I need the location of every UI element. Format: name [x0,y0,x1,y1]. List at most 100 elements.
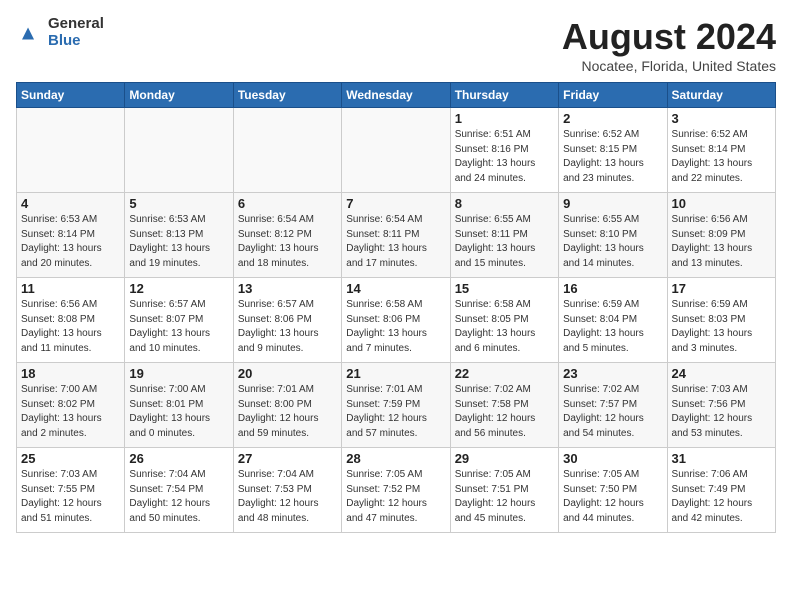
day-info: Sunrise: 6:59 AM Sunset: 8:04 PM Dayligh… [563,298,662,356]
day-number: 30 [563,451,662,466]
calendar-cell: 12 Sunrise: 6:57 AM Sunset: 8:07 PM Dayli… [125,278,233,363]
day-number: 31 [672,451,771,466]
weekday-header-sunday: Sunday [17,83,125,108]
day-number: 2 [563,111,662,126]
calendar-cell: 31 Sunrise: 7:06 AM Sunset: 7:49 PM Dayli… [667,448,775,533]
calendar-week-row: 4Sunrise: 6:53 AM Sunset: 8:14 PM Daylig… [17,193,776,278]
logo: ▲ General Blue [16,16,104,49]
calendar-cell: 6 Sunrise: 6:54 AM Sunset: 8:12 PM Daylig… [233,193,341,278]
calendar-cell: 21 Sunrise: 7:01 AM Sunset: 7:59 PM Dayli… [342,363,450,448]
day-number: 12 [129,281,228,296]
calendar-cell: 13 Sunrise: 6:57 AM Sunset: 8:06 PM Dayli… [233,278,341,363]
day-info: Sunrise: 6:57 AM Sunset: 8:06 PM Dayligh… [238,298,337,356]
day-info: Sunrise: 7:05 AM Sunset: 7:52 PM Dayligh… [346,468,445,526]
day-info: Sunrise: 7:06 AM Sunset: 7:49 PM Dayligh… [672,468,771,526]
day-number: 29 [455,451,554,466]
day-info: Sunrise: 7:03 AM Sunset: 7:56 PM Dayligh… [672,383,771,441]
calendar-cell: 14Sunrise: 6:58 AM Sunset: 8:06 PM Dayli… [342,278,450,363]
calendar-cell: 28 Sunrise: 7:05 AM Sunset: 7:52 PM Dayli… [342,448,450,533]
weekday-header-monday: Monday [125,83,233,108]
calendar-cell: 26 Sunrise: 7:04 AM Sunset: 7:54 PM Dayli… [125,448,233,533]
day-number: 16 [563,281,662,296]
logo-text: General Blue [48,16,104,49]
calendar-cell: 15 Sunrise: 6:58 AM Sunset: 8:05 PM Dayli… [450,278,558,363]
day-info: Sunrise: 6:55 AM Sunset: 8:11 PM Dayligh… [455,213,554,271]
page-subtitle: Nocatee, Florida, United States [562,58,776,74]
day-info: Sunrise: 7:01 AM Sunset: 7:59 PM Dayligh… [346,383,445,441]
calendar-cell: 2 Sunrise: 6:52 AM Sunset: 8:15 PM Daylig… [559,108,667,193]
day-info: Sunrise: 6:53 AM Sunset: 8:13 PM Dayligh… [129,213,228,271]
day-number: 26 [129,451,228,466]
weekday-header-wednesday: Wednesday [342,83,450,108]
day-number: 25 [21,451,120,466]
page-header: ▲ General Blue August 2024 Nocatee, Flor… [16,16,776,74]
calendar-cell: 24 Sunrise: 7:03 AM Sunset: 7:56 PM Dayli… [667,363,775,448]
calendar-cell: 22Sunrise: 7:02 AM Sunset: 7:58 PM Dayli… [450,363,558,448]
calendar-table: SundayMondayTuesdayWednesdayThursdayFrid… [16,82,776,533]
day-number: 13 [238,281,337,296]
day-number: 20 [238,366,337,381]
calendar-cell: 20 Sunrise: 7:01 AM Sunset: 8:00 PM Dayli… [233,363,341,448]
page-title: August 2024 [562,16,776,58]
calendar-cell: 25 Sunrise: 7:03 AM Sunset: 7:55 PM Dayli… [17,448,125,533]
day-number: 15 [455,281,554,296]
day-info: Sunrise: 7:05 AM Sunset: 7:50 PM Dayligh… [563,468,662,526]
calendar-cell: 10Sunrise: 6:56 AM Sunset: 8:09 PM Dayli… [667,193,775,278]
calendar-cell [17,108,125,193]
day-info: Sunrise: 6:57 AM Sunset: 8:07 PM Dayligh… [129,298,228,356]
day-info: Sunrise: 7:05 AM Sunset: 7:51 PM Dayligh… [455,468,554,526]
calendar-cell: 27 Sunrise: 7:04 AM Sunset: 7:53 PM Dayli… [233,448,341,533]
day-number: 8 [455,196,554,211]
calendar-cell: 9 Sunrise: 6:55 AM Sunset: 8:10 PM Daylig… [559,193,667,278]
day-number: 9 [563,196,662,211]
svg-text:▲: ▲ [18,21,38,44]
weekday-header-thursday: Thursday [450,83,558,108]
day-number: 10 [672,196,771,211]
day-number: 6 [238,196,337,211]
day-info: Sunrise: 7:04 AM Sunset: 7:53 PM Dayligh… [238,468,337,526]
day-number: 18 [21,366,120,381]
day-number: 7 [346,196,445,211]
day-info: Sunrise: 7:04 AM Sunset: 7:54 PM Dayligh… [129,468,228,526]
calendar-cell: 30 Sunrise: 7:05 AM Sunset: 7:50 PM Dayli… [559,448,667,533]
calendar-week-row: 18 Sunrise: 7:00 AM Sunset: 8:02 PM Dayli… [17,363,776,448]
day-info: Sunrise: 6:56 AM Sunset: 8:08 PM Dayligh… [21,298,120,356]
day-info: Sunrise: 6:52 AM Sunset: 8:14 PM Dayligh… [672,128,771,186]
day-number: 17 [672,281,771,296]
calendar-cell [125,108,233,193]
day-info: Sunrise: 6:53 AM Sunset: 8:14 PM Dayligh… [21,213,120,271]
logo-blue: Blue [48,33,104,50]
day-number: 24 [672,366,771,381]
logo-icon: ▲ [16,19,44,47]
day-info: Sunrise: 6:54 AM Sunset: 8:12 PM Dayligh… [238,213,337,271]
calendar-cell: 19Sunrise: 7:00 AM Sunset: 8:01 PM Dayli… [125,363,233,448]
day-number: 23 [563,366,662,381]
day-info: Sunrise: 7:01 AM Sunset: 8:00 PM Dayligh… [238,383,337,441]
day-info: Sunrise: 6:58 AM Sunset: 8:06 PM Dayligh… [346,298,445,356]
calendar-cell: 1Sunrise: 6:51 AM Sunset: 8:16 PM Daylig… [450,108,558,193]
day-info: Sunrise: 6:51 AM Sunset: 8:16 PM Dayligh… [455,128,554,186]
calendar-cell: 18 Sunrise: 7:00 AM Sunset: 8:02 PM Dayli… [17,363,125,448]
day-number: 22 [455,366,554,381]
calendar-cell [342,108,450,193]
calendar-cell: 16 Sunrise: 6:59 AM Sunset: 8:04 PM Dayli… [559,278,667,363]
weekday-header-tuesday: Tuesday [233,83,341,108]
calendar-week-row: 1Sunrise: 6:51 AM Sunset: 8:16 PM Daylig… [17,108,776,193]
calendar-cell: 8 Sunrise: 6:55 AM Sunset: 8:11 PM Daylig… [450,193,558,278]
day-info: Sunrise: 7:03 AM Sunset: 7:55 PM Dayligh… [21,468,120,526]
day-number: 27 [238,451,337,466]
day-number: 21 [346,366,445,381]
day-info: Sunrise: 6:55 AM Sunset: 8:10 PM Dayligh… [563,213,662,271]
day-info: Sunrise: 7:00 AM Sunset: 8:02 PM Dayligh… [21,383,120,441]
day-info: Sunrise: 6:58 AM Sunset: 8:05 PM Dayligh… [455,298,554,356]
calendar-cell: 11Sunrise: 6:56 AM Sunset: 8:08 PM Dayli… [17,278,125,363]
day-number: 28 [346,451,445,466]
day-number: 19 [129,366,228,381]
day-number: 5 [129,196,228,211]
day-info: Sunrise: 6:52 AM Sunset: 8:15 PM Dayligh… [563,128,662,186]
logo-general: General [48,16,104,33]
calendar-cell [233,108,341,193]
day-number: 3 [672,111,771,126]
weekday-header-friday: Friday [559,83,667,108]
calendar-week-row: 11Sunrise: 6:56 AM Sunset: 8:08 PM Dayli… [17,278,776,363]
